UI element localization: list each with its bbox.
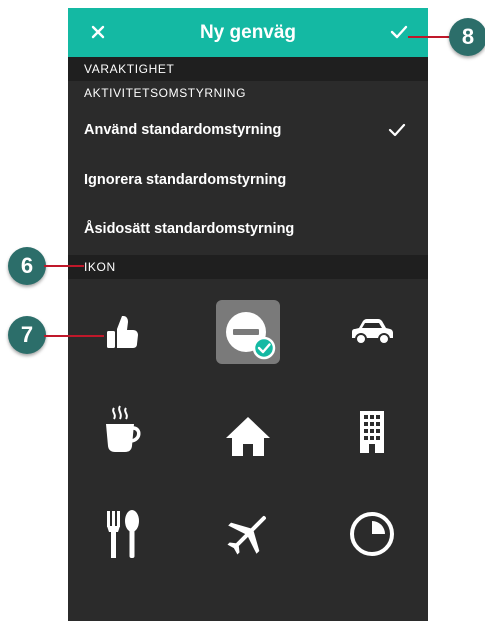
icon-option-do-not-disturb[interactable] <box>216 300 280 364</box>
office-building-icon <box>360 411 384 453</box>
do-not-disturb-icon <box>226 312 276 360</box>
phone-screen: Ny genväg VARAKTIGHET AKTIVITETSOMSTYRNI… <box>68 8 428 621</box>
icon-option-coffee[interactable] <box>90 398 154 462</box>
callout-badge-6: 6 <box>8 247 46 285</box>
confirm-button[interactable] <box>386 20 412 44</box>
icon-option-car[interactable] <box>340 300 404 364</box>
callout-line-7 <box>44 335 104 337</box>
check-icon <box>390 25 408 39</box>
thumbs-up-icon <box>107 316 138 348</box>
option-label: Åsidosätt standardomstyrning <box>84 221 295 237</box>
callout-badge-8: 8 <box>449 18 485 56</box>
icon-option-clock[interactable] <box>340 502 404 566</box>
airplane-icon <box>227 515 267 555</box>
icon-option-restaurant[interactable] <box>90 502 154 566</box>
section-header-activity: AKTIVITETSOMSTYRNING <box>68 81 428 105</box>
coffee-cup-icon <box>106 405 141 452</box>
icon-option-thumbs-up[interactable] <box>90 300 154 364</box>
callout-badge-7: 7 <box>8 316 46 354</box>
page-title: Ny genväg <box>199 22 297 43</box>
selected-check-icon <box>388 123 406 137</box>
section-header-duration[interactable]: VARAKTIGHET <box>68 57 428 81</box>
icon-option-airplane[interactable] <box>216 502 280 566</box>
icon-option-building[interactable] <box>340 400 404 464</box>
home-icon <box>226 417 270 456</box>
icon-option-home[interactable] <box>216 404 280 468</box>
section-header-icon: IKON <box>68 255 428 279</box>
option-ignore-default[interactable]: Ignorera standardomstyrning <box>68 156 428 204</box>
callout-line-6 <box>44 265 84 267</box>
car-icon <box>352 319 393 345</box>
option-override-default[interactable]: Åsidosätt standardomstyrning <box>68 205 428 253</box>
option-label: Använd standardomstyrning <box>84 122 282 138</box>
clock-pie-icon <box>350 512 394 556</box>
top-bar: Ny genväg <box>68 8 428 57</box>
fork-spoon-icon <box>107 510 139 558</box>
screenshot-stage: Ny genväg VARAKTIGHET AKTIVITETSOMSTYRNI… <box>0 0 485 621</box>
option-use-default[interactable]: Använd standardomstyrning <box>68 106 428 154</box>
option-label: Ignorera standardomstyrning <box>84 172 287 188</box>
